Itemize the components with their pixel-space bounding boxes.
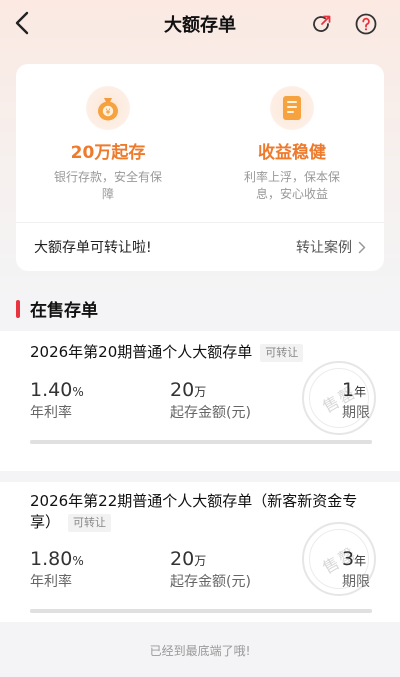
min-amount: 20万 起存金额(元) (170, 548, 251, 591)
end-of-list-text: 已经到最底端了哦! (149, 644, 251, 658)
feature-desc: 银行存款，安全有保障 (53, 170, 162, 201)
rate-value: 1.80 (30, 548, 73, 570)
help-icon[interactable] (354, 12, 378, 36)
transferable-badge: 可转让 (68, 514, 112, 532)
product-title: 2026年第20期普通个人大额存单 (30, 343, 253, 361)
annual-rate: 1.40% 年利率 (30, 379, 84, 422)
section-title: 在售存单 (30, 301, 98, 321)
term-unit: 年 (354, 385, 367, 399)
amount-label: 起存金额(元) (170, 574, 251, 590)
amount-value: 20 (170, 548, 195, 570)
product-card[interactable]: 2026年第20期普通个人大额存单 可转让 1.40% 年利率 20万 起存金额(… (0, 331, 400, 471)
money-bag-icon: ¥ (86, 86, 130, 130)
amount-unit: 万 (194, 385, 207, 399)
term-value: 3 (342, 548, 355, 570)
divider (16, 222, 384, 223)
term: 3年 期限 (342, 548, 370, 591)
rate-value: 1.40 (30, 379, 73, 401)
feature-card: ¥ 20万起存 银行存款，安全有保障 收益稳健 利率上浮，保本保息，安心收益 大… (16, 64, 384, 271)
sales-progress (30, 609, 372, 613)
product-card[interactable]: 2026年第22期普通个人大额存单（新客新资金专享） 可转让 1.80% 年利率 … (0, 482, 400, 622)
feature-title: 20万起存 (70, 143, 146, 163)
share-refresh-icon[interactable] (309, 12, 333, 36)
annual-rate: 1.80% 年利率 (30, 548, 84, 591)
term-label: 期限 (342, 405, 370, 421)
term-label: 期限 (342, 574, 370, 590)
rate-label: 年利率 (30, 574, 72, 590)
min-amount: 20万 起存金额(元) (170, 379, 251, 422)
feature-desc: 利率上浮，保本保息，安心收益 (243, 170, 340, 201)
svg-text:¥: ¥ (105, 108, 110, 117)
sales-progress (30, 440, 372, 444)
rate-label: 年利率 (30, 405, 72, 421)
transfer-cases-label: 转让案例 (296, 240, 352, 256)
amount-unit: 万 (194, 554, 207, 568)
sales-progress-fill (30, 440, 372, 444)
sales-progress-fill (30, 609, 372, 613)
navigation-bar: 大额存单 (0, 0, 400, 46)
term-value: 1 (342, 379, 355, 401)
transferable-badge: 可转让 (260, 344, 304, 362)
transfer-cases-link[interactable]: 转让案例 (296, 237, 366, 257)
document-icon (270, 86, 314, 130)
term-unit: 年 (354, 554, 367, 568)
rate-unit: % (72, 385, 84, 399)
amount-label: 起存金额(元) (170, 405, 251, 421)
rate-unit: % (72, 554, 84, 568)
term: 1年 期限 (342, 379, 370, 422)
chevron-right-icon (358, 241, 366, 253)
section-bar (16, 299, 20, 318)
product-name: 2026年第20期普通个人大额存单 可转让 (30, 342, 372, 363)
feature-title: 收益稳健 (258, 143, 326, 163)
amount-value: 20 (170, 379, 195, 401)
feature-stable-return: 收益稳健 利率上浮，保本保息，安心收益 (222, 86, 362, 203)
feature-min-deposit: ¥ 20万起存 银行存款，安全有保障 (38, 86, 178, 203)
transfer-notice: 大额存单可转让啦! (34, 240, 152, 256)
page-title: 大额存单 (164, 15, 236, 36)
section-header: 在售存单 (16, 296, 98, 321)
